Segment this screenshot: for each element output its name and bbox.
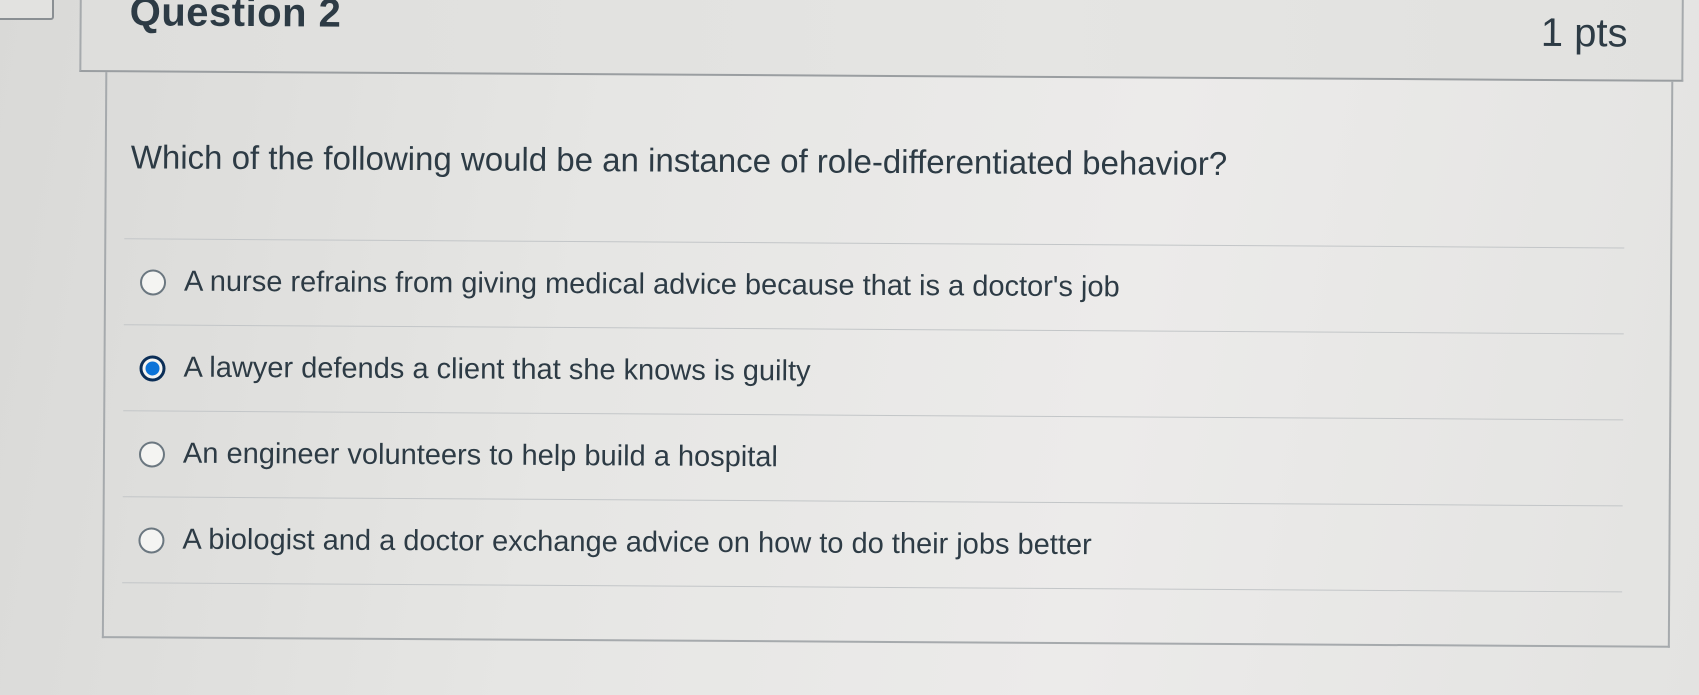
answer-label: A lawyer defends a client that she knows… bbox=[183, 351, 811, 388]
answer-label: A nurse refrains from giving medical adv… bbox=[183, 265, 1120, 304]
answer-label: An engineer volunteers to help build a h… bbox=[182, 437, 778, 474]
answer-list: A nurse refrains from giving medical adv… bbox=[122, 238, 1625, 593]
answer-label: A biologist and a doctor exchange advice… bbox=[182, 523, 1092, 562]
question-card: Question 2 1 pts Which of the following … bbox=[76, 0, 1684, 656]
answer-option-2[interactable]: A lawyer defends a client that she knows… bbox=[123, 325, 1624, 421]
radio-button[interactable] bbox=[138, 440, 166, 468]
radio-button[interactable] bbox=[138, 526, 165, 554]
question-body: Which of the following would be an insta… bbox=[101, 72, 1674, 648]
question-text: Which of the following would be an insta… bbox=[130, 138, 1228, 183]
previous-question-checkbox bbox=[0, 0, 54, 20]
answer-option-1[interactable]: A nurse refrains from giving medical adv… bbox=[123, 239, 1625, 335]
radio-button-selected[interactable] bbox=[139, 354, 166, 382]
question-points: 1 pts bbox=[1540, 10, 1628, 56]
answer-option-3[interactable]: An engineer volunteers to help build a h… bbox=[122, 411, 1624, 507]
answer-option-4[interactable]: A biologist and a doctor exchange advice… bbox=[122, 497, 1623, 593]
radio-button[interactable] bbox=[139, 268, 167, 296]
question-header: Question 2 1 pts bbox=[79, 0, 1684, 82]
question-title: Question 2 bbox=[129, 0, 342, 36]
